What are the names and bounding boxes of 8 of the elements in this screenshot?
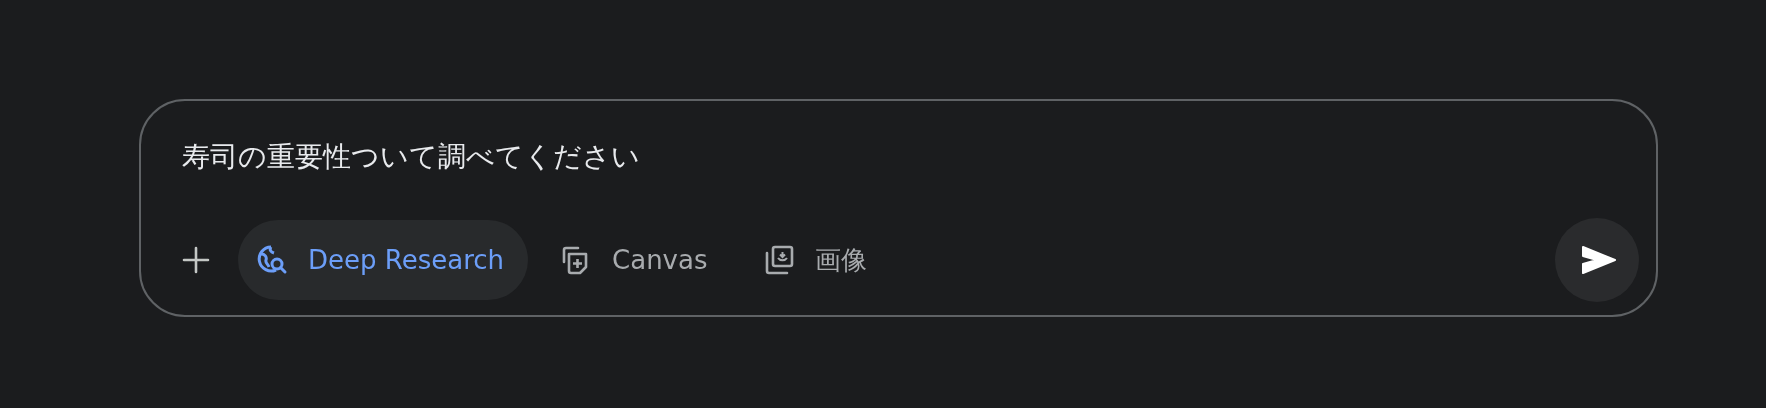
plus-icon: [181, 245, 211, 275]
prompt-text[interactable]: 寿司の重要性ついて調べてください: [182, 137, 1639, 177]
tool-chip[interactable]: 画像: [745, 220, 892, 300]
send-icon: [1581, 245, 1617, 275]
photo-stack-icon: [763, 244, 796, 276]
tool-chip[interactable]: Canvas: [542, 220, 732, 300]
tool-chip[interactable]: Deep Research: [238, 220, 529, 300]
globe-search-icon: [256, 244, 288, 276]
